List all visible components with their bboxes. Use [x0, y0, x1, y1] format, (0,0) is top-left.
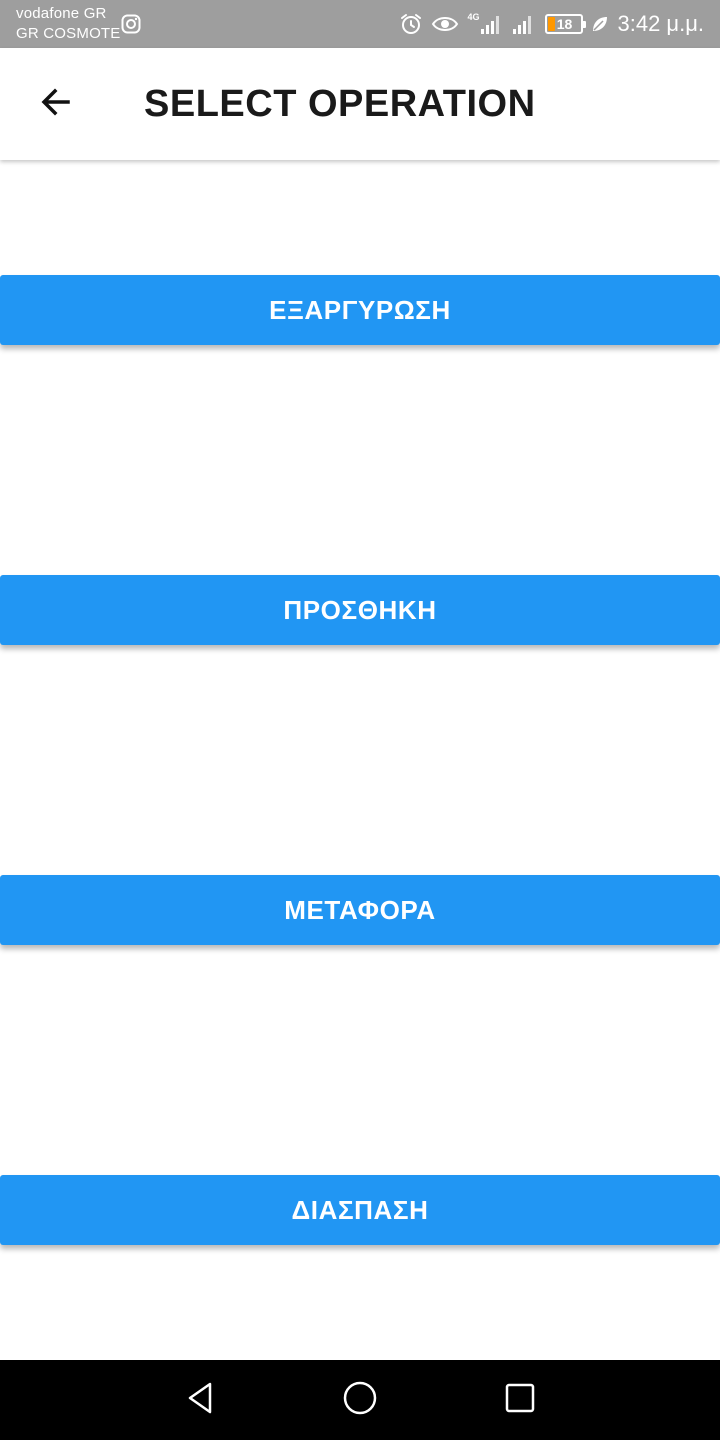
transfer-button[interactable]: ΜΕΤΑΦΟΡΑ: [0, 875, 720, 945]
square-recents-icon: [502, 1380, 538, 1421]
battery-icon: 18: [545, 14, 587, 34]
battery-level-fill: [548, 17, 555, 31]
arrow-left-icon: [38, 84, 74, 125]
triangle-back-icon: [182, 1380, 218, 1421]
app-bar: SELECT OPERATION: [0, 48, 720, 160]
cash-out-button[interactable]: ΕΞΑΡΓΥΡΩΣΗ: [0, 275, 720, 345]
instagram-icon: [121, 14, 141, 34]
battery-level: 18: [556, 16, 573, 32]
clock: 3:42 μ.μ.: [617, 11, 704, 36]
signal-icon: 4G: [467, 12, 503, 36]
circle-home-icon: [342, 1380, 378, 1421]
carrier-name-1: vodafone GR: [16, 5, 107, 22]
alarm-icon: [399, 12, 423, 36]
add-button[interactable]: ΠΡΟΣΘΗΚΗ: [0, 575, 720, 645]
navigation-bar: [0, 1360, 720, 1440]
status-icons: 4G 18 3:42 μ.μ.: [399, 0, 704, 48]
signal-icon-2: [511, 12, 537, 36]
split-button[interactable]: ΔΙΑΣΠΑΣΗ: [0, 1175, 720, 1245]
eye-icon: [431, 12, 459, 36]
carrier-info: vodafone GR GR COSMOTE: [16, 4, 121, 44]
nav-back-button[interactable]: [176, 1376, 224, 1424]
carrier-name-2: GR COSMOTE: [16, 25, 121, 42]
leaf-icon: [591, 15, 609, 33]
page-title: SELECT OPERATION: [144, 83, 536, 125]
back-button[interactable]: [24, 72, 88, 136]
status-bar: vodafone GR GR COSMOTE 4G 18 3:42 μ.μ.: [0, 0, 720, 48]
nav-home-button[interactable]: [336, 1376, 384, 1424]
nav-recents-button[interactable]: [496, 1376, 544, 1424]
